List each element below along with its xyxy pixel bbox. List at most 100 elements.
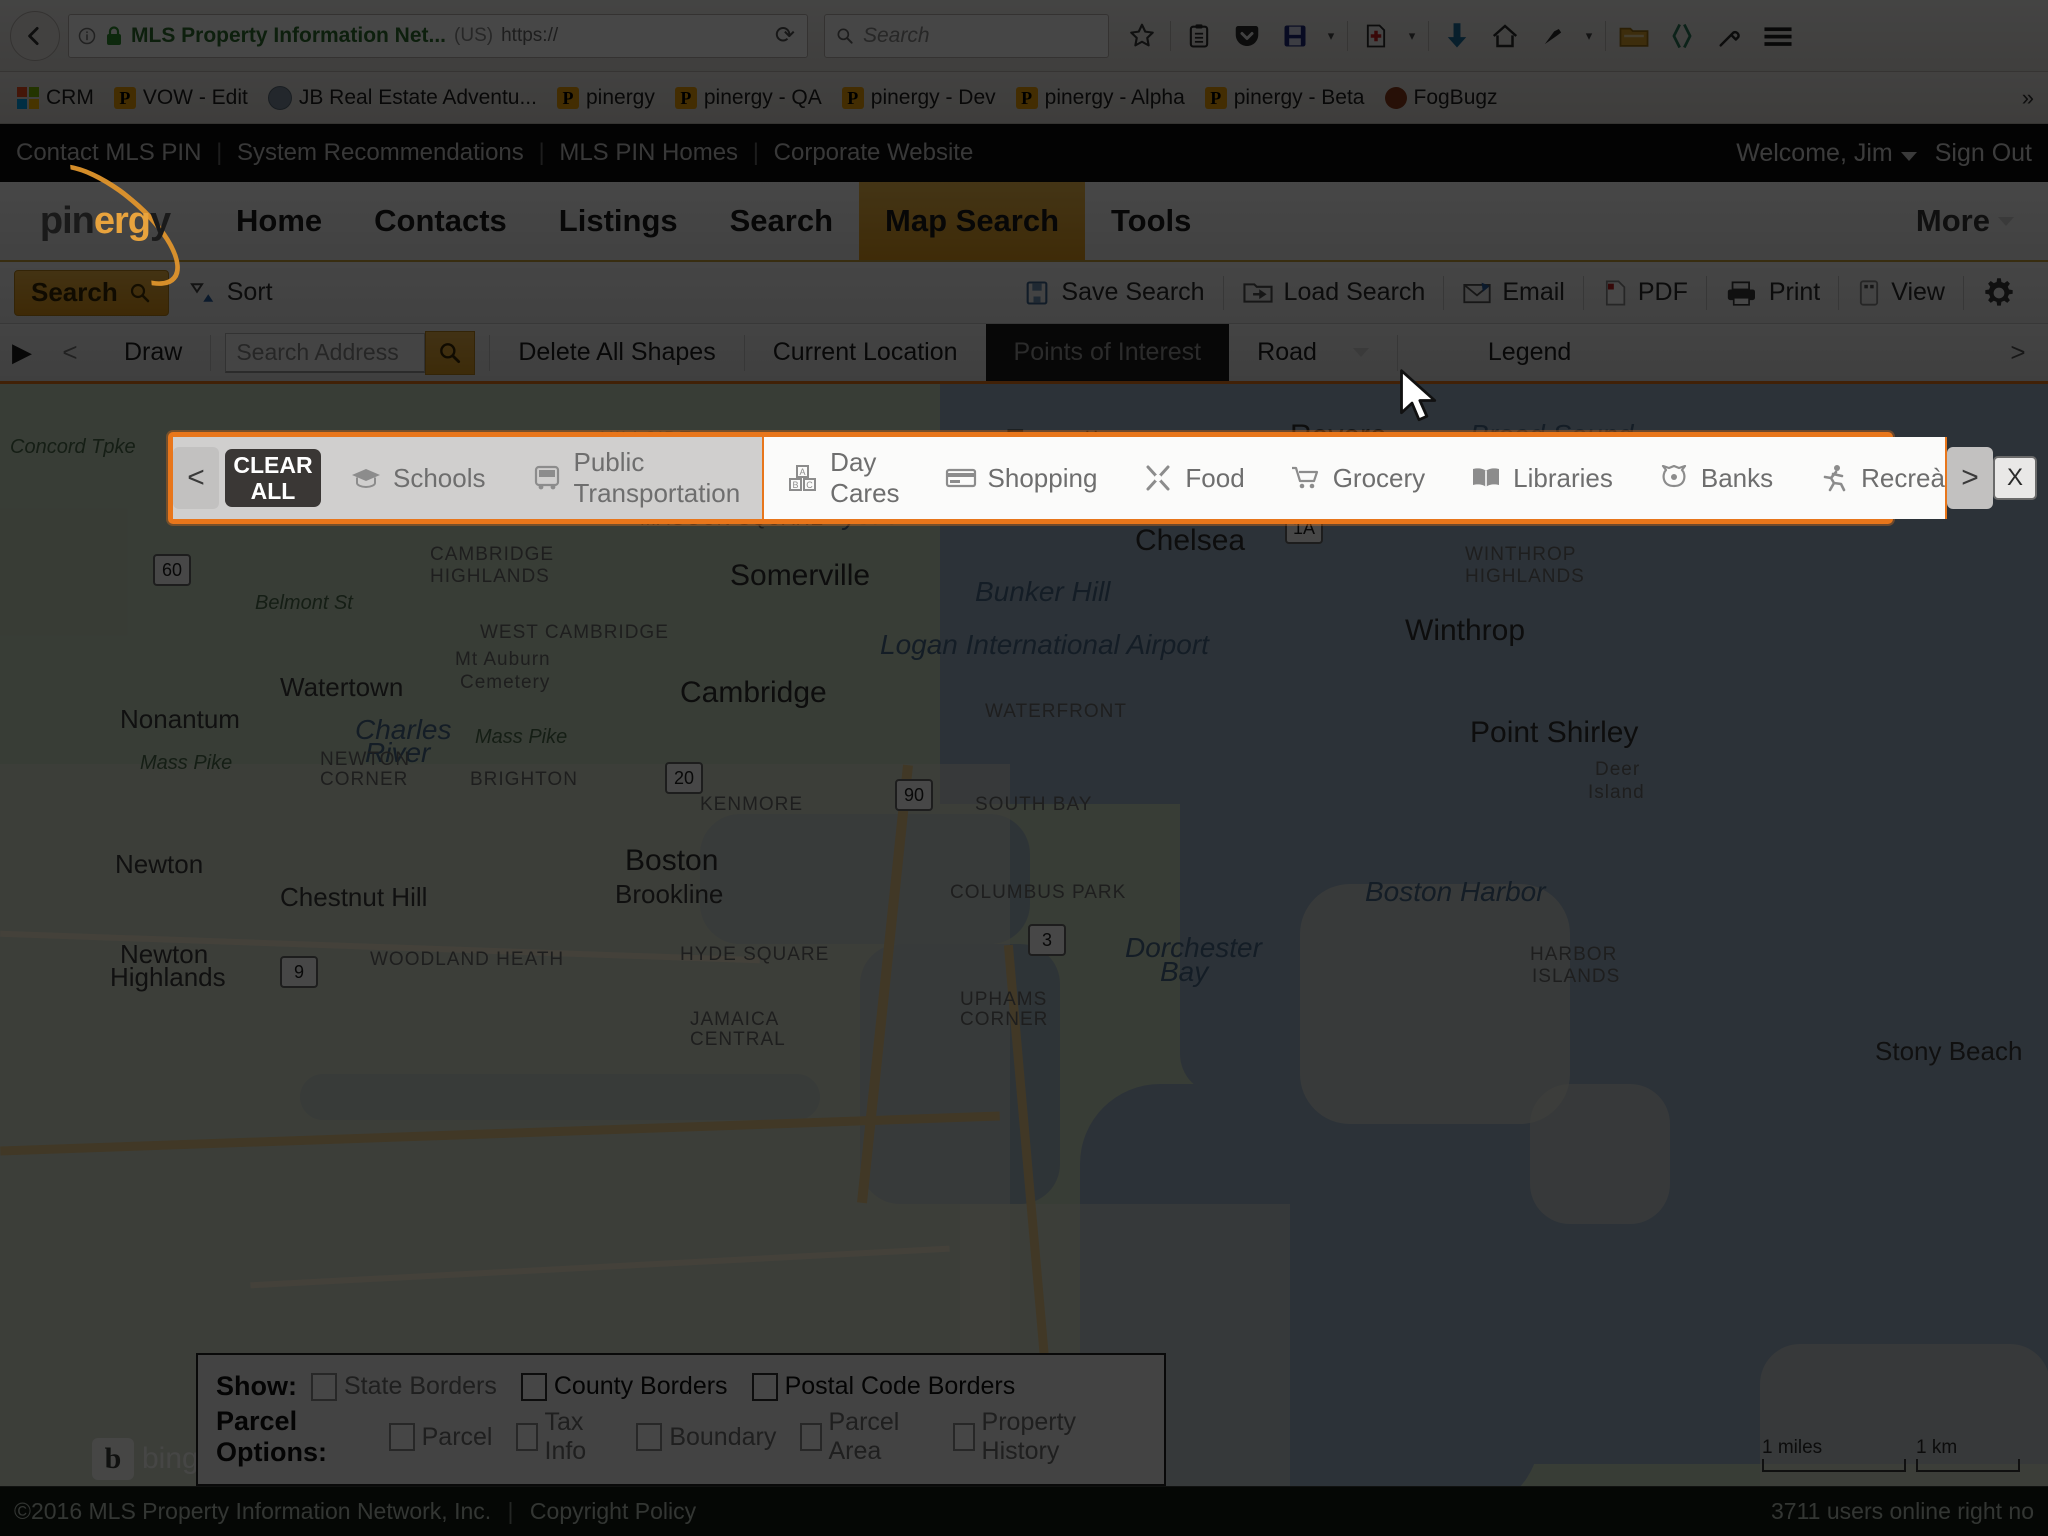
- bookmark-pinergy-dev[interactable]: P pinergy - Dev: [833, 82, 1005, 114]
- sign-out-link[interactable]: Sign Out: [1935, 139, 2032, 168]
- link-mls-pin-homes[interactable]: MLS PIN Homes: [559, 139, 738, 166]
- nav-item-search[interactable]: Search: [704, 182, 859, 260]
- poi-item-public-transportation[interactable]: Public Transportation: [508, 437, 763, 519]
- draw-button[interactable]: Draw: [96, 324, 210, 381]
- developer-icon[interactable]: [1659, 13, 1705, 59]
- bookmark-label: pinergy - Alpha: [1044, 85, 1185, 109]
- nav-item-contacts[interactable]: Contacts: [348, 182, 533, 260]
- clipboard-icon[interactable]: [1176, 13, 1222, 59]
- info-icon[interactable]: [77, 26, 97, 46]
- browser-search-box[interactable]: Search: [824, 13, 1109, 58]
- basemap-select[interactable]: Road: [1229, 324, 1397, 381]
- expand-panel-icon[interactable]: ▶: [0, 337, 44, 368]
- checkbox-postal-code-borders[interactable]: Postal Code Borders: [751, 1372, 1015, 1401]
- chevron-down-icon[interactable]: ▾: [1401, 13, 1423, 59]
- map-label: Chestnut Hill: [280, 882, 428, 912]
- checkbox-label: State Borders: [344, 1372, 497, 1400]
- map-canvas[interactable]: Broad SoundEverettRevereHILLSIDEConcord …: [0, 384, 2048, 1536]
- poi-item-schools[interactable]: Schools: [327, 437, 508, 519]
- bookmarks-overflow-icon[interactable]: »: [2022, 85, 2040, 111]
- poi-item-banks[interactable]: Banks: [1635, 437, 1795, 519]
- checkbox-state-borders[interactable]: State Borders: [311, 1372, 497, 1401]
- map-tools-next-button[interactable]: >: [1988, 337, 2048, 368]
- star-icon[interactable]: [1119, 13, 1165, 59]
- poi-item-grocery[interactable]: Grocery: [1267, 437, 1447, 519]
- search-address-input[interactable]: Search Address: [225, 332, 426, 373]
- poi-prev-button[interactable]: <: [173, 447, 219, 509]
- pin-flag-icon[interactable]: [1530, 13, 1576, 59]
- pdf-button[interactable]: PDF: [1584, 278, 1706, 307]
- lock-icon[interactable]: [105, 25, 123, 47]
- eyedropper-icon[interactable]: [1707, 13, 1753, 59]
- email-button[interactable]: Email: [1444, 278, 1583, 307]
- bookmark-pinergy[interactable]: P pinergy: [548, 82, 664, 114]
- bookmark-pinergy-qa[interactable]: P pinergy - QA: [666, 82, 831, 114]
- pinergy-logo[interactable]: pinergy: [0, 143, 210, 307]
- address-search-button[interactable]: [425, 330, 476, 375]
- checkbox-parcel-area[interactable]: Parcel Area: [800, 1408, 929, 1466]
- poi-item-shopping[interactable]: Shopping: [922, 437, 1120, 519]
- nav-item-tools[interactable]: Tools: [1085, 182, 1217, 260]
- map-label: HARBOR: [1530, 944, 1618, 965]
- settings-button[interactable]: [1964, 276, 2034, 310]
- bookmark-pinergy-beta[interactable]: P pinergy - Beta: [1196, 82, 1374, 114]
- poi-clear-all-button[interactable]: CLEAR ALL: [225, 449, 321, 507]
- pocket-icon[interactable]: [1224, 13, 1270, 59]
- reload-icon[interactable]: ⟳: [775, 21, 799, 50]
- chevron-down-icon: [1352, 348, 1369, 357]
- poi-item-libraries[interactable]: Libraries: [1447, 437, 1635, 519]
- printer-icon: [1727, 280, 1755, 306]
- poi-item-day-cares[interactable]: ABC Day Cares: [764, 437, 921, 519]
- save-search-button[interactable]: Save Search: [1005, 278, 1222, 307]
- close-icon[interactable]: X: [1992, 456, 2037, 500]
- hamburger-menu-icon[interactable]: [1755, 13, 1801, 59]
- nav-item-home[interactable]: Home: [210, 182, 348, 260]
- checkbox-parcel[interactable]: Parcel: [388, 1423, 492, 1452]
- url-bar[interactable]: MLS Property Information Net... (US) htt…: [68, 13, 808, 58]
- map-tools-prev-button[interactable]: <: [44, 337, 96, 368]
- bookmark-jb-real-estate[interactable]: JB Real Estate Adventu...: [259, 82, 546, 114]
- bing-logo[interactable]: b bing: [92, 1438, 199, 1480]
- link-corporate-website[interactable]: Corporate Website: [774, 139, 974, 166]
- nav-item-map-search[interactable]: Map Search: [859, 182, 1086, 260]
- back-button[interactable]: [10, 10, 60, 61]
- save-disk-icon[interactable]: [1272, 13, 1318, 59]
- welcome-user[interactable]: Welcome, Jim: [1736, 139, 1917, 168]
- sort-button[interactable]: Sort: [169, 278, 291, 308]
- poi-next-wrap: >: [1946, 437, 1993, 519]
- checkbox-boundary[interactable]: Boundary: [636, 1423, 776, 1452]
- poi-next-button[interactable]: >: [1946, 447, 1993, 509]
- link-contact-mls-pin[interactable]: Contact MLS PIN: [16, 139, 201, 166]
- poi-item-recreation[interactable]: Recreà: [1795, 437, 1945, 519]
- load-search-button[interactable]: Load Search: [1224, 278, 1444, 307]
- print-button[interactable]: Print: [1707, 278, 1838, 307]
- checkbox-box: [311, 1372, 337, 1401]
- chevron-down-icon[interactable]: ▾: [1578, 13, 1600, 59]
- bookmark-vow-edit[interactable]: P VOW - Edit: [105, 82, 257, 114]
- search-icon: [837, 28, 853, 44]
- poi-item-food[interactable]: Food: [1119, 437, 1266, 519]
- view-button[interactable]: View: [1839, 278, 1963, 307]
- delete-all-shapes-button[interactable]: Delete All Shapes: [490, 324, 743, 381]
- bookmark-pinergy-alpha[interactable]: P pinergy - Alpha: [1007, 82, 1194, 114]
- chevron-down-icon[interactable]: ▾: [1320, 13, 1342, 59]
- link-system-recommendations[interactable]: System Recommendations: [237, 139, 524, 166]
- addon-plus-icon[interactable]: [1353, 13, 1399, 59]
- bookmark-crm[interactable]: CRM: [8, 82, 103, 114]
- search-button-label: Search: [31, 277, 118, 307]
- footer-copyright-policy-link[interactable]: Copyright Policy: [530, 1498, 696, 1524]
- points-of-interest-button[interactable]: Points of Interest: [985, 324, 1230, 381]
- checkbox-county-borders[interactable]: County Borders: [520, 1372, 728, 1401]
- checkbox-property-history[interactable]: Property History: [953, 1408, 1122, 1466]
- current-location-button[interactable]: Current Location: [745, 324, 986, 381]
- logo-part-1: pin: [39, 199, 95, 242]
- bookmark-fogbugz[interactable]: FogBugz: [1376, 82, 1507, 114]
- home-icon[interactable]: [1482, 13, 1528, 59]
- scale-miles-group: 1 miles: [1762, 1437, 1906, 1472]
- nav-item-listings[interactable]: Listings: [533, 182, 704, 260]
- map-label: COLUMBUS PARK: [950, 882, 1127, 903]
- nav-item-more[interactable]: More: [1882, 182, 2048, 260]
- checkbox-tax-info[interactable]: Tax Info: [516, 1408, 612, 1466]
- folder-icon[interactable]: [1611, 13, 1657, 59]
- download-arrow-icon[interactable]: [1434, 13, 1480, 59]
